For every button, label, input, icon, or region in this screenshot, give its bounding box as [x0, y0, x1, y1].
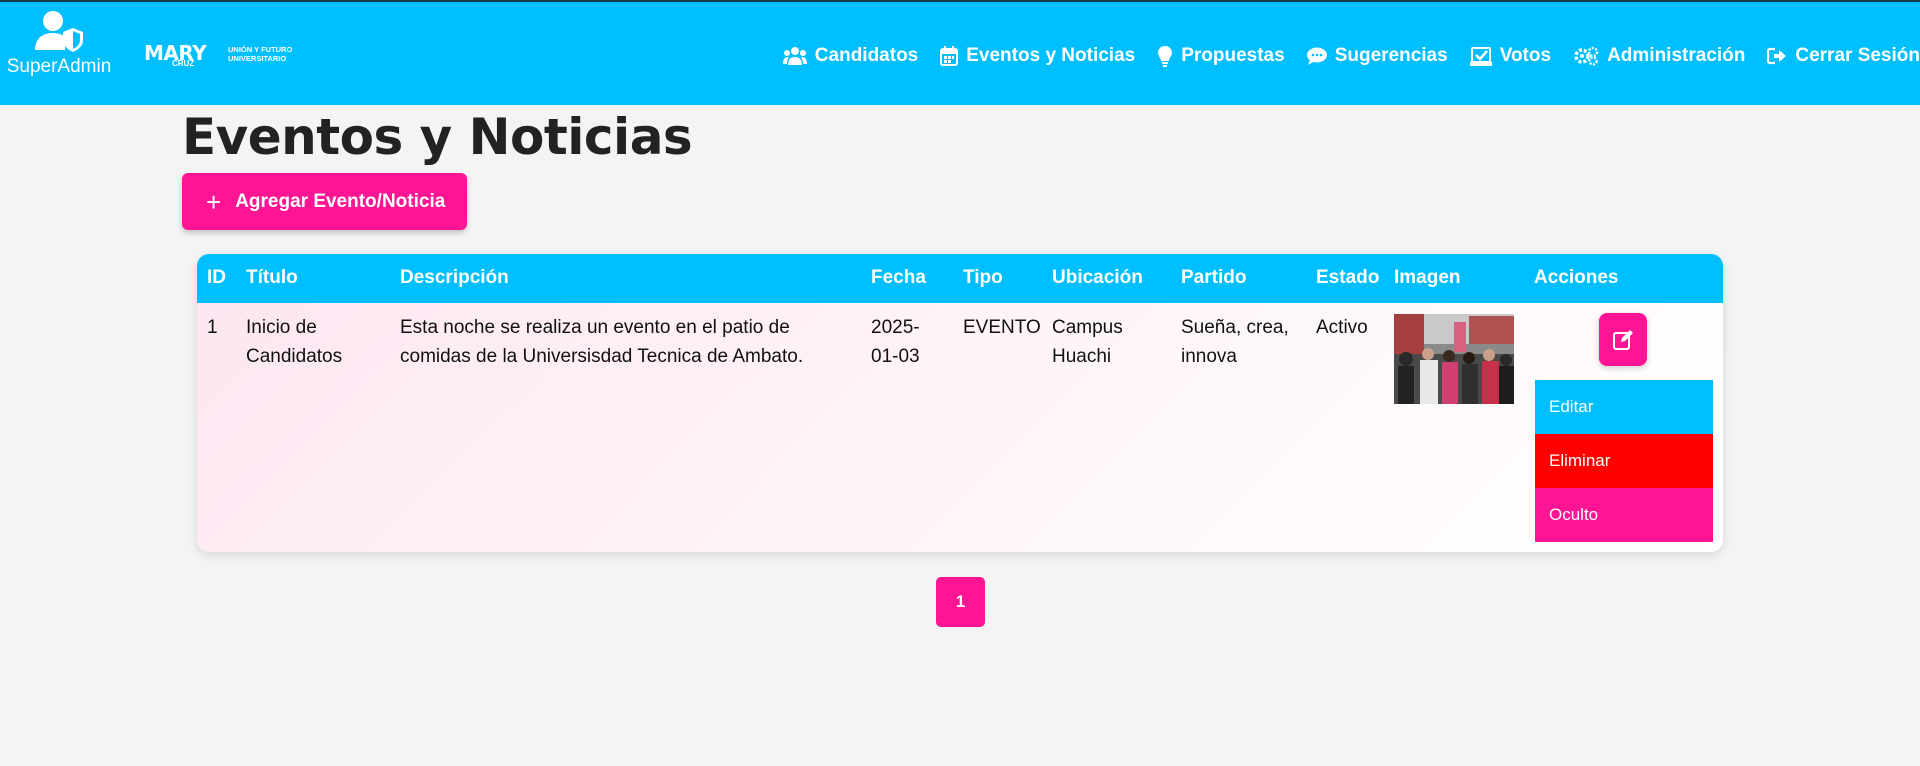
menu-item-eliminar[interactable]: Eliminar: [1535, 434, 1713, 488]
nav-label-administracion: Administración: [1607, 45, 1746, 66]
nav-label-candidatos: Candidatos: [814, 45, 919, 66]
cell-fecha: 2025- 01-03: [871, 313, 920, 371]
cell-fecha-line: 2025-: [871, 317, 920, 338]
cell-descripcion-line: comidas de la Universisdad Tecnica de Am…: [400, 346, 804, 367]
comment-icon: [1306, 47, 1327, 65]
nav-item-eventos[interactable]: Eventos y Noticias: [940, 45, 1135, 67]
cell-partido: Sueña, crea, innova: [1181, 313, 1289, 371]
nav-item-cerrar-sesion[interactable]: Cerrar Sesión: [1767, 45, 1920, 67]
cell-ubicacion-line: Huachi: [1052, 346, 1112, 367]
page-title: Eventos y Noticias: [182, 108, 693, 166]
cell-fecha-line: 01-03: [871, 346, 920, 367]
cell-descripcion: Esta noche se realiza un evento en el pa…: [400, 313, 803, 371]
col-tipo: Tipo: [963, 267, 1003, 288]
col-fecha: Fecha: [871, 267, 926, 288]
logo-tagline: UNIÓN Y FUTURO UNIVERSITARIO: [228, 45, 293, 63]
cell-estado: Activo: [1316, 317, 1368, 338]
cell-ubicacion: Campus Huachi: [1052, 313, 1123, 371]
edit-icon: [1613, 329, 1633, 350]
vote-icon: [1469, 47, 1492, 66]
menu-item-editar[interactable]: Editar: [1535, 380, 1713, 434]
events-table: ID Título Descripción Fecha Tipo Ubicaci…: [197, 254, 1723, 552]
col-imagen: Imagen: [1394, 267, 1461, 288]
event-photo-image: [1394, 314, 1514, 404]
plus-icon: +: [206, 186, 222, 217]
cell-tipo: EVENTO: [963, 317, 1041, 338]
cell-descripcion-line: Esta noche se realiza un evento en el pa…: [400, 317, 790, 338]
nav-item-propuestas[interactable]: Propuestas: [1157, 45, 1285, 67]
cell-id: 1: [207, 317, 218, 338]
nav-label-cerrar-sesion: Cerrar Sesión: [1795, 45, 1920, 66]
col-descripcion: Descripción: [400, 267, 509, 288]
cell-ubicacion-line: Campus: [1052, 317, 1123, 338]
menu-item-oculto[interactable]: Oculto: [1535, 488, 1713, 542]
user-shield-icon: [35, 11, 83, 52]
nav-item-sugerencias[interactable]: Sugerencias: [1306, 45, 1448, 67]
col-acciones: Acciones: [1534, 267, 1619, 288]
col-id: ID: [207, 267, 226, 288]
nav-label-votos: Votos: [1499, 45, 1552, 66]
cell-partido-line: innova: [1181, 346, 1237, 367]
logo-sub: CRUZ: [172, 59, 195, 68]
logout-icon: [1767, 47, 1787, 65]
brand-label: SuperAdmin: [6, 56, 112, 77]
main-nav: Candidatos Eventos y Noticias Propuestas: [761, 42, 1920, 70]
nav-label-eventos: Eventos y Noticias: [966, 45, 1136, 66]
actions-menu: Editar Eliminar Oculto: [1535, 380, 1713, 542]
col-partido: Partido: [1181, 267, 1247, 288]
lightbulb-icon: [1158, 46, 1173, 67]
cell-titulo: Inicio de Candidatos: [246, 313, 342, 371]
cell-titulo-line: Candidatos: [246, 346, 343, 367]
col-estado: Estado: [1316, 267, 1380, 288]
brand: SuperAdmin: [4, 10, 114, 78]
gears-icon: [1574, 46, 1599, 66]
calendar-icon: [940, 46, 959, 66]
cell-partido-line: Sueña, crea,: [1181, 317, 1289, 338]
nav-label-propuestas: Propuestas: [1181, 45, 1285, 66]
users-icon: [782, 47, 807, 65]
nav-item-votos[interactable]: Votos: [1469, 45, 1552, 67]
nav-item-administracion[interactable]: Administración: [1573, 45, 1745, 67]
col-titulo: Título: [246, 267, 298, 288]
event-image: [1394, 314, 1514, 404]
row-actions-button[interactable]: [1599, 313, 1647, 366]
table-header: ID Título Descripción Fecha Tipo Ubicaci…: [197, 254, 1723, 303]
add-event-label: Agregar Evento/Noticia: [235, 190, 446, 212]
cell-titulo-line: Inicio de: [246, 317, 317, 338]
top-navbar: SuperAdmin MARY CRUZ UNIÓN Y FUTURO UNIV…: [0, 0, 1920, 105]
pagination-page-button[interactable]: 1: [936, 577, 985, 627]
nav-label-sugerencias: Sugerencias: [1334, 45, 1448, 66]
add-event-button[interactable]: + Agregar Evento/Noticia: [182, 173, 467, 230]
nav-item-candidatos[interactable]: Candidatos: [782, 45, 919, 67]
logo: MARY CRUZ UNIÓN Y FUTURO UNIVERSITARIO: [144, 41, 292, 68]
col-ubicacion: Ubicación: [1052, 267, 1143, 288]
